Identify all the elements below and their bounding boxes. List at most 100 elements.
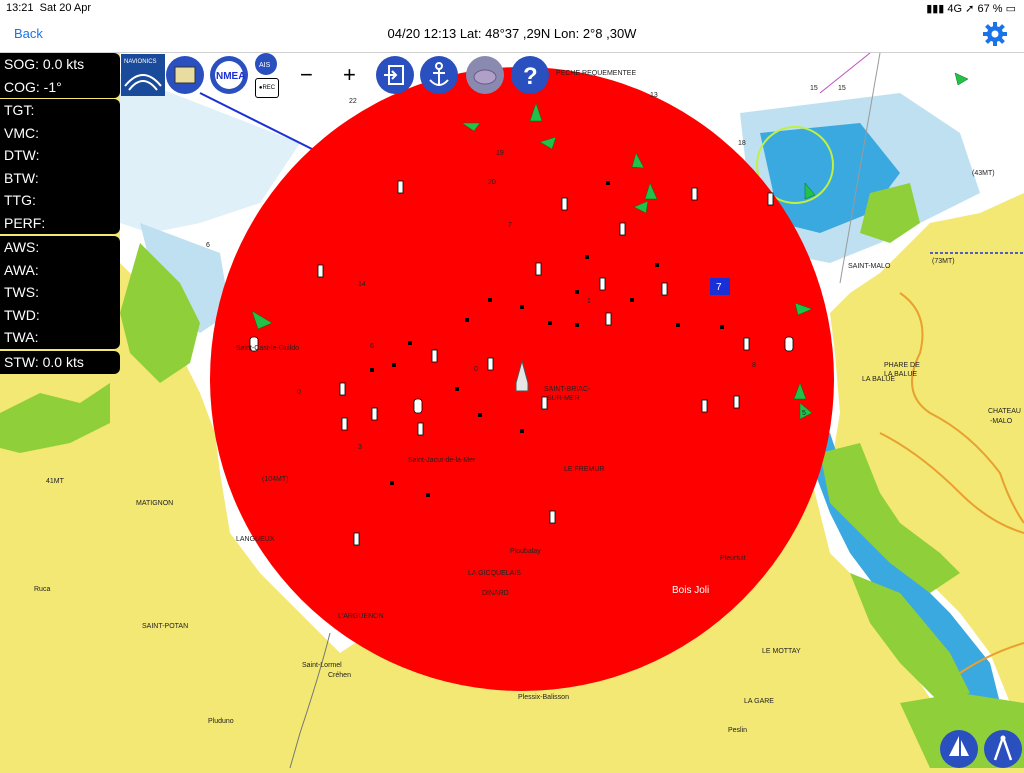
waypoint-number: 7 [716,282,722,293]
svg-text:20: 20 [488,179,496,186]
navionics-icon: NAVIONICS [121,54,165,96]
gear-icon[interactable] [982,21,1008,47]
svg-text:?: ? [523,63,538,90]
svg-text:22: 22 [349,98,357,105]
place-label: Saint-Jacut-de-la-Mer [408,457,476,464]
place-label: Pleurtuit [720,555,746,562]
svg-text:6: 6 [206,242,210,249]
status-time-date: 13:21 Sat 20 Apr [6,2,92,14]
divider-compass-icon [985,731,1021,767]
svg-text:0: 0 [297,389,301,396]
place-label: Peslin [728,727,747,734]
dtw-readout: DTW: [4,147,40,163]
help-button[interactable]: ? [511,56,549,94]
place-label: LA GICQUELAIS [468,570,521,577]
place-label: (73MT) [932,258,955,265]
ais-button[interactable]: AIS [255,53,277,75]
place-label: CHATEAU [988,408,1021,415]
ais-icon: AIS [256,54,276,74]
svg-text:AIS: AIS [259,62,271,69]
place-label: PECHE REQUEMENTEE [556,70,636,77]
svg-text:15: 15 [838,85,846,92]
svg-text:7: 7 [508,222,512,229]
navionics-logo[interactable]: NAVIONICS [121,54,165,96]
battery-level: 67 % [977,3,1003,15]
speed-panel: SOG: 0.0 kts COG: -1° [0,53,120,98]
place-label: SUR-MER [547,395,580,402]
sail-button[interactable] [940,730,978,768]
svg-text:0: 0 [474,366,478,373]
place-label: Saint-Lormel [302,662,342,669]
nmea-button[interactable]: NMEA [210,56,248,94]
anchor-button[interactable] [420,56,458,94]
sailboat-icon [941,731,977,767]
ttg-readout: TTG: [4,192,36,208]
stw-panel: STW: 0.0 kts [0,351,120,374]
tws-readout: TWS: [4,284,39,300]
position-title: 04/20 12:13 Lat: 48°37 ,29N Lon: 2°8 ,30… [387,26,637,41]
place-label: Ruca [34,586,50,593]
signal-icon: ▮▮▮ [926,3,945,15]
place-label: L'ARGUENON [338,613,384,620]
place-label: PHARE DE [884,362,920,369]
place-label: DINARD [482,590,509,597]
zoom-in-button[interactable]: + [343,62,356,88]
svg-text:3: 3 [358,444,362,451]
place-label: LA BALUE [862,376,895,383]
twa-readout: TWA: [4,329,39,345]
place-label: 41MT [46,478,65,485]
sog-readout: SOG: 0.0 kts [4,56,85,72]
record-button[interactable]: ●REC [255,78,279,98]
svg-text:6: 6 [370,343,374,350]
place-label: LE MOTTAY [762,648,801,655]
place-label: LA GARE [744,698,774,705]
navigation-bar: Back 04/20 12:13 Lat: 48°37 ,29N Lon: 2°… [0,16,1024,53]
svg-text:5: 5 [802,410,806,417]
svg-text:NMEA: NMEA [216,71,245,82]
compass-button[interactable] [984,730,1022,768]
svg-text:19: 19 [496,150,504,157]
stw-readout: STW: 0.0 kts [4,354,84,370]
place-label: (104MT) [262,476,288,483]
awa-readout: AWA: [4,261,39,278]
svg-text:1: 1 [587,298,591,305]
place-label: Plessix-Balisson [518,694,569,701]
svg-text:13: 13 [650,92,658,99]
place-label: Saint-Cast-le-Guildo [236,345,299,352]
help-icon: ? [512,57,548,93]
aws-readout: AWS: [4,239,40,255]
status-bar: 13:21 Sat 20 Apr ▮▮▮ 4G ➚ 67 % ▭ [0,0,1024,16]
place-label: MATIGNON [136,500,173,507]
map-icon [167,57,203,93]
svg-text:15: 15 [810,85,818,92]
place-label: (43MT) [972,170,995,177]
chart-map[interactable]: 7 Saint-Cast-le-Guildo SAINT-BRIAC- SUR-… [0,53,1024,768]
navigation-panel: TGT: VMC: DTW: BTW: TTG: PERF: [0,99,120,234]
track-button[interactable] [466,56,504,94]
anchor-icon [421,57,457,93]
exit-icon [377,57,413,93]
exit-button[interactable] [376,56,414,94]
track-icon [467,57,503,93]
place-label: -MALO [990,418,1013,425]
chart-map-button[interactable] [166,56,204,94]
wind-panel: AWS: AWA: TWS: TWD: TWA: [0,236,120,349]
perf-readout: PERF: [4,214,46,231]
svg-text:NAVIONICS: NAVIONICS [124,59,157,65]
zoom-out-button[interactable]: − [300,62,313,88]
btw-readout: BTW: [4,169,39,186]
location-icon: ➚ [965,3,975,15]
svg-text:14: 14 [358,281,366,288]
place-label: LE FREMUR [564,466,604,473]
place-label: Créhen [328,672,351,679]
twd-readout: TWD: [4,306,40,323]
status-indicators: ▮▮▮ 4G ➚ 67 % ▭ [926,2,1016,15]
cog-readout: COG: -1° [4,78,62,95]
nmea-icon: NMEA [211,57,247,93]
place-label: SAINT-BRIAC- [544,386,591,393]
vmc-readout: VMC: [4,124,39,141]
place-label: Pluduno [208,718,234,725]
network-type: 4G [947,3,963,15]
battery-icon: ▭ [1005,3,1016,15]
tgt-readout: TGT: [4,102,35,118]
